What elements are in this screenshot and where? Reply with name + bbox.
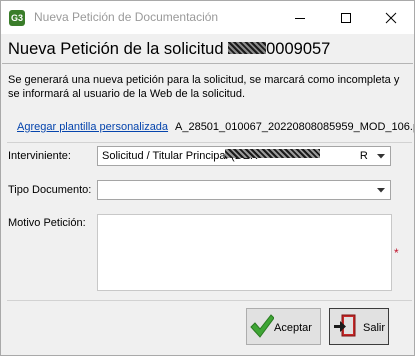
title-suffix: 0009057 bbox=[266, 40, 331, 58]
tipo-documento-label: Tipo Documento: bbox=[8, 184, 92, 196]
close-button[interactable] bbox=[368, 1, 414, 34]
title-bar[interactable]: G3 Nueva Petición de Documentación bbox=[1, 1, 414, 34]
section-divider bbox=[7, 142, 412, 143]
header-band: Nueva Petición de la solicitud 0009057 bbox=[1, 34, 414, 63]
close-icon bbox=[385, 12, 397, 24]
redacted-request-id bbox=[228, 42, 267, 55]
add-template-link[interactable]: Agregar plantilla personalizada bbox=[17, 121, 168, 133]
info-text: Se generará una nueva petición para la s… bbox=[8, 74, 400, 100]
tipo-documento-select[interactable] bbox=[97, 180, 391, 200]
template-filename: A_28501_010067_20220808085959_MOD_106.pd… bbox=[175, 121, 414, 133]
app-icon: G3 bbox=[9, 10, 25, 26]
accept-label: Aceptar bbox=[274, 322, 312, 334]
required-marker: * bbox=[394, 246, 399, 260]
exit-button[interactable]: Salir bbox=[329, 308, 389, 345]
motivo-label: Motivo Petición: bbox=[8, 217, 86, 229]
dialog-window: G3 Nueva Petición de Documentación Nueva… bbox=[0, 0, 415, 356]
minimize-icon bbox=[295, 18, 305, 19]
interviniente-value-tail: R bbox=[359, 150, 368, 162]
accept-button[interactable]: Aceptar bbox=[246, 308, 321, 345]
exit-label: Salir bbox=[363, 322, 386, 334]
title-prefix: Nueva Petición de la solicitud bbox=[8, 40, 229, 58]
page-title: Nueva Petición de la solicitud 0009057 bbox=[8, 40, 330, 59]
maximize-button[interactable] bbox=[323, 1, 369, 34]
maximize-icon bbox=[341, 13, 351, 23]
chevron-down-icon bbox=[377, 154, 385, 159]
interviniente-label: Interviniente: bbox=[8, 150, 71, 162]
footer-divider bbox=[7, 300, 412, 301]
window-title: Nueva Petición de Documentación bbox=[34, 10, 219, 24]
check-icon bbox=[250, 314, 274, 338]
exit-door-icon bbox=[334, 314, 356, 337]
header-divider bbox=[2, 63, 413, 64]
redacted-name bbox=[225, 149, 320, 158]
chevron-down-icon bbox=[377, 188, 385, 193]
minimize-button[interactable] bbox=[277, 1, 323, 34]
motivo-textarea[interactable] bbox=[97, 214, 392, 291]
